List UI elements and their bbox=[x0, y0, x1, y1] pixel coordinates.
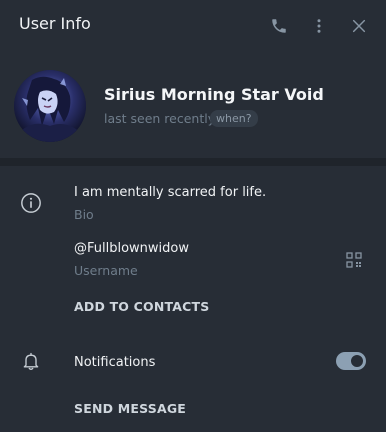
close-icon bbox=[352, 19, 366, 33]
phone-icon bbox=[272, 19, 286, 33]
window-header: User Info bbox=[0, 0, 386, 52]
more-vertical-icon bbox=[317, 19, 321, 33]
last-seen-status: last seen recently bbox=[104, 111, 216, 126]
send-message-button[interactable]: SEND MESSAGE bbox=[74, 401, 186, 416]
more-options-button[interactable] bbox=[306, 13, 332, 39]
avatar-image bbox=[14, 70, 86, 142]
username-text[interactable]: @Fullblownwidow bbox=[74, 241, 189, 256]
profile-section: Sirius Morning Star Void last seen recen… bbox=[0, 52, 386, 158]
bio-text: I am mentally scarred for life. bbox=[74, 185, 267, 200]
when-badge[interactable]: when? bbox=[210, 110, 258, 127]
info-icon bbox=[20, 192, 42, 214]
notifications-label: Notifications bbox=[74, 355, 156, 370]
username-label: Username bbox=[74, 263, 138, 278]
call-button[interactable] bbox=[266, 13, 292, 39]
bio-label: Bio bbox=[74, 207, 94, 222]
qr-code-button[interactable] bbox=[345, 251, 363, 269]
qr-code-icon bbox=[346, 252, 362, 268]
window-title: User Info bbox=[19, 14, 91, 33]
add-to-contacts-button[interactable]: ADD TO CONTACTS bbox=[74, 299, 209, 314]
bell-icon bbox=[20, 350, 42, 372]
avatar[interactable] bbox=[14, 70, 86, 142]
close-button[interactable] bbox=[346, 13, 372, 39]
notifications-toggle[interactable] bbox=[336, 352, 366, 370]
toggle-knob bbox=[349, 353, 365, 369]
profile-name: Sirius Morning Star Void bbox=[104, 85, 324, 104]
section-divider bbox=[0, 158, 386, 166]
